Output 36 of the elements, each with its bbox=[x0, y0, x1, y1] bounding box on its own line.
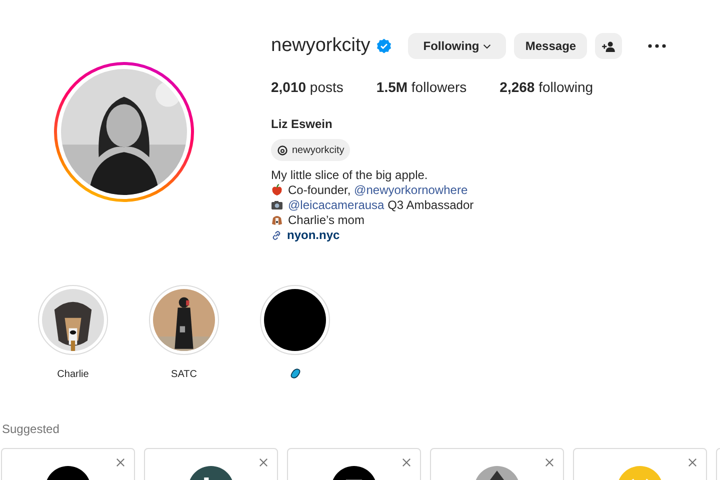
message-button[interactable]: Message bbox=[514, 33, 588, 59]
close-icon[interactable] bbox=[402, 458, 411, 466]
section-title: Suggested bbox=[2, 420, 60, 438]
bio-text: @leicacamerausa Q3 Ambassador bbox=[288, 198, 474, 212]
more-icon bbox=[648, 44, 666, 48]
bio-text: Co-founder, @newyorkornowhere bbox=[288, 182, 468, 198]
gem-icon bbox=[290, 368, 300, 378]
stat-text: 2,268 following bbox=[500, 78, 594, 97]
link-icon bbox=[271, 230, 282, 240]
highlight-cover[interactable] bbox=[260, 284, 330, 354]
stat-text: 1.5M followers bbox=[376, 78, 467, 97]
add-person-button[interactable] bbox=[595, 33, 622, 59]
close-icon[interactable] bbox=[259, 458, 268, 466]
highlight-cover[interactable] bbox=[38, 284, 108, 354]
close-icon[interactable] bbox=[116, 458, 125, 466]
chevron-down-icon bbox=[483, 44, 492, 48]
following-button[interactable]: Following bbox=[408, 33, 506, 59]
bio-text: My little slice of the big apple. bbox=[271, 168, 428, 182]
mention-link[interactable]: @leicacamerausa bbox=[288, 198, 384, 212]
camera-icon bbox=[271, 199, 283, 211]
username: newyorkcity bbox=[271, 34, 370, 58]
threads-badge[interactable]: newyorkcity bbox=[271, 139, 350, 161]
threads-icon bbox=[277, 144, 288, 156]
highlight-cover[interactable] bbox=[149, 284, 219, 354]
stat-text: 2,010 posts bbox=[271, 78, 344, 97]
highlight-label: Charlie bbox=[57, 368, 89, 380]
add-person-icon bbox=[602, 40, 616, 52]
profile-name: Liz Eswein bbox=[271, 116, 334, 133]
close-icon[interactable] bbox=[688, 458, 697, 466]
dog-face-icon bbox=[271, 214, 283, 226]
website-link[interactable]: nyon.nyc bbox=[287, 228, 340, 242]
close-icon[interactable] bbox=[545, 458, 554, 466]
mention-link[interactable]: @newyorkornowhere bbox=[354, 182, 468, 196]
bio-text: Charlie’s mom bbox=[288, 212, 364, 228]
highlight-label: SATC bbox=[171, 368, 197, 380]
apple-icon bbox=[271, 184, 283, 196]
